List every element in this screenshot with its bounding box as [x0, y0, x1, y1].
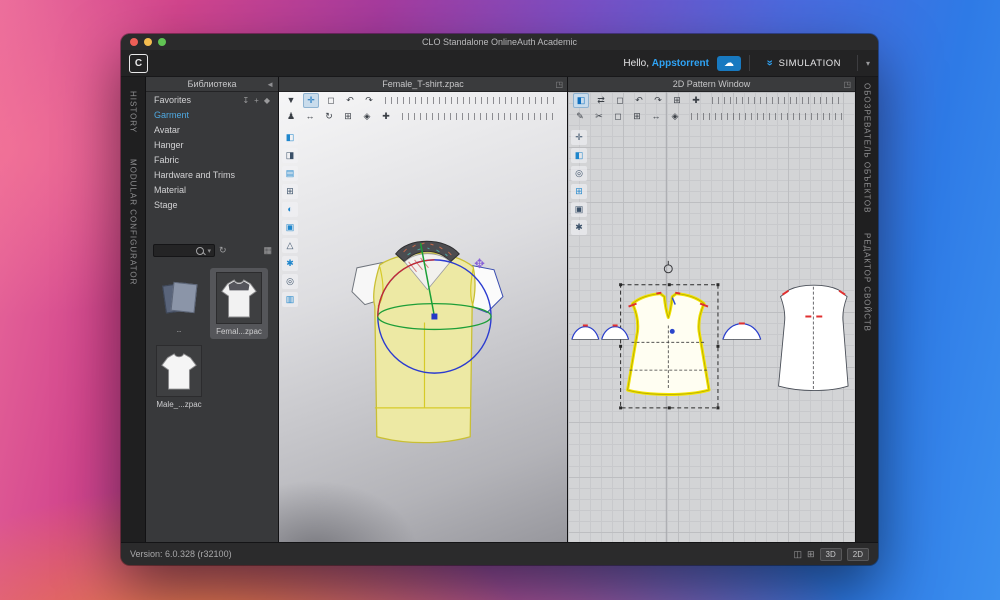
show-avatar-icon[interactable]: ◧ [282, 130, 298, 145]
app-window: CLO Standalone OnlineAuth Academic C Hel… [121, 34, 878, 565]
file-item-male-tshirt[interactable]: Male_...zpac [150, 341, 208, 412]
left-tab-strip: HISTORY MODULAR CONFIGURATOR [121, 77, 146, 542]
add-icon[interactable]: + [254, 96, 259, 105]
mesh-view-icon[interactable]: ⊞ [282, 184, 298, 199]
library-body: Favorites ↧ + ◆ Garment Avatar Hanger Fa… [146, 92, 278, 542]
folder-icon [162, 280, 196, 314]
status-bar: Version: 6.0.328 (r32100) ◫ ⊞ 3D 2D [121, 542, 878, 565]
download-icon[interactable]: ↧ [242, 96, 249, 105]
simulate-chevrons-icon: » [763, 60, 775, 67]
file-label: .. [177, 325, 181, 334]
tab-modular-configurator[interactable]: MODULAR CONFIGURATOR [129, 159, 138, 285]
lock-icon[interactable]: ✱ [571, 220, 587, 235]
viewport-3d-title: Female_T-shirt.zpac [382, 79, 464, 89]
library-search-row: ▾ ↻ ▦ [146, 238, 278, 262]
library-item-avatar[interactable]: Avatar [146, 122, 278, 137]
toolbar-separator [749, 55, 750, 71]
search-input[interactable]: ▾ [153, 244, 215, 257]
pattern-move-icon[interactable]: ✛ [571, 130, 587, 145]
search-icon [196, 247, 204, 255]
viewport-2d[interactable]: ◧ ⇄ ◻ ↶ ↷ ⊞ ✚ ✎ ✂ ◻ ⊞ ↔ [568, 92, 855, 542]
refresh-icon[interactable]: ↻ [219, 245, 227, 256]
move-4way-icon[interactable]: ✥ [474, 257, 485, 272]
pattern-sleeve-left-1[interactable] [572, 325, 599, 339]
library-item-hardware-and-trims[interactable]: Hardware and Trims [146, 167, 278, 182]
grading-reference-point[interactable] [664, 261, 672, 273]
simulation-button[interactable]: » SIMULATION [758, 54, 849, 72]
library-item-garment[interactable]: Garment [146, 107, 278, 122]
maximize-panel-icon[interactable]: ◳ [555, 80, 563, 89]
window-title: CLO Standalone OnlineAuth Academic [121, 37, 878, 47]
search-options-icon[interactable]: ▾ [207, 247, 211, 255]
layer-view-icon[interactable]: ▥ [282, 292, 298, 307]
tab-history[interactable]: HISTORY [129, 91, 138, 133]
pin-icon[interactable]: ◆ [264, 96, 270, 105]
library-item-material[interactable]: Material [146, 182, 278, 197]
scene-3d: ✥ [279, 92, 567, 542]
view-mode-grid-icon[interactable]: ▦ [263, 245, 272, 256]
quad-panes-icon[interactable]: ⊞ [807, 549, 815, 560]
window-titlebar: CLO Standalone OnlineAuth Academic [121, 34, 878, 50]
tab-property-editor[interactable]: РЕДАКТОР СВОЙСТВ [863, 233, 872, 332]
main-area: HISTORY MODULAR CONFIGURATOR Библиотека … [121, 77, 878, 542]
cloud-icon: ☁ [724, 58, 734, 69]
viewport-3d-header: Female_T-shirt.zpac ◳ [279, 77, 567, 92]
fit-view-icon[interactable]: ◎ [282, 274, 298, 289]
shade-view-icon[interactable]: ◐ [282, 202, 298, 217]
show-garment-icon[interactable]: ◨ [282, 148, 298, 163]
file-label: Male_...zpac [156, 400, 201, 409]
library-file-grid: .. Femal...zpac [146, 262, 278, 418]
pattern-front[interactable] [628, 293, 709, 395]
cloud-sync-button[interactable]: ☁ [717, 56, 741, 71]
pattern-sleeve-right[interactable] [723, 323, 761, 339]
toolbar-separator [857, 55, 858, 71]
viewport-3d-column: Female_T-shirt.zpac ◳ ▼ ✛ ◻ ↶ ↷ ♟ ↔ [279, 77, 568, 542]
split-panes-icon[interactable]: ◫ [793, 549, 802, 560]
viewport-2d-header: 2D Pattern Window ◳ [568, 77, 855, 92]
version-text: Version: 6.0.328 (r32100) [130, 549, 232, 559]
stress-view-icon[interactable]: ✱ [282, 256, 298, 271]
tab-object-browser[interactable]: ОБОЗРЕВАТЕЛЬ ОБЪЕКТОВ [863, 83, 872, 213]
texture-2d-icon[interactable]: ▣ [571, 202, 587, 217]
viewport-2d-column: 2D Pattern Window ◳ ◧ ⇄ ◻ ↶ ↷ ⊞ ✚ [568, 77, 855, 542]
toggle-2d-button[interactable]: 2D [847, 548, 869, 561]
file-label: Femal...zpac [216, 327, 262, 336]
app-toolbar: C Hello, Appstorrent ☁ » SIMULATION ▾ [121, 50, 878, 77]
simulation-label: SIMULATION [779, 58, 841, 69]
simulation-dropdown-icon[interactable]: ▾ [866, 59, 870, 68]
tshirt-thumbnail-male [160, 349, 198, 393]
greeting-prefix: Hello, [623, 58, 651, 69]
library-title: Библиотека [188, 79, 237, 89]
show-seam-icon[interactable]: ⊞ [571, 184, 587, 199]
viewport-3d[interactable]: ▼ ✛ ◻ ↶ ↷ ♟ ↔ ↻ ⊞ ◈ ✚ [279, 92, 567, 542]
pattern-back[interactable] [779, 285, 849, 390]
viewport-2d-title: 2D Pattern Window [673, 79, 751, 89]
texture-view-icon[interactable]: ▤ [282, 166, 298, 181]
view-toolbar-2d: ✛ ◧ ◎ ⊞ ▣ ✱ [571, 130, 587, 235]
show-grid-icon[interactable]: ◎ [571, 166, 587, 181]
pin-view-icon[interactable]: △ [282, 238, 298, 253]
tshirt-thumbnail-female [220, 276, 258, 320]
folder-up-item[interactable]: .. [150, 268, 208, 339]
library-item-fabric[interactable]: Fabric [146, 152, 278, 167]
account-greeting: Hello, Appstorrent [623, 58, 709, 69]
pattern-sleeve-left-2[interactable] [602, 325, 629, 339]
library-item-favorites[interactable]: Favorites ↧ + ◆ [146, 92, 278, 107]
clo-logo-icon[interactable]: C [129, 54, 148, 73]
right-tab-strip: ОБОЗРЕВАТЕЛЬ ОБЪЕКТОВ РЕДАКТОР СВОЙСТВ [855, 77, 878, 542]
toggle-3d-button[interactable]: 3D [820, 548, 842, 561]
pattern-canvas [568, 92, 855, 542]
library-panel: Библиотека ◄ Favorites ↧ + ◆ Garment Ava… [146, 77, 279, 542]
pattern-view-icon[interactable]: ▣ [282, 220, 298, 235]
file-item-female-tshirt[interactable]: Femal...zpac [210, 268, 268, 339]
collapse-panel-icon[interactable]: ◄ [266, 80, 274, 89]
pattern-outline-icon[interactable]: ◧ [571, 148, 587, 163]
library-panel-header: Библиотека ◄ [146, 77, 278, 92]
statusbar-right: ◫ ⊞ 3D 2D [793, 548, 869, 561]
account-name-link[interactable]: Appstorrent [652, 58, 709, 69]
library-item-hanger[interactable]: Hanger [146, 137, 278, 152]
view-toolbar-3d: ◧ ◨ ▤ ⊞ ◐ ▣ △ ✱ ◎ ▥ [282, 130, 298, 307]
library-item-stage[interactable]: Stage [146, 197, 278, 212]
maximize-panel-icon[interactable]: ◳ [843, 80, 851, 89]
